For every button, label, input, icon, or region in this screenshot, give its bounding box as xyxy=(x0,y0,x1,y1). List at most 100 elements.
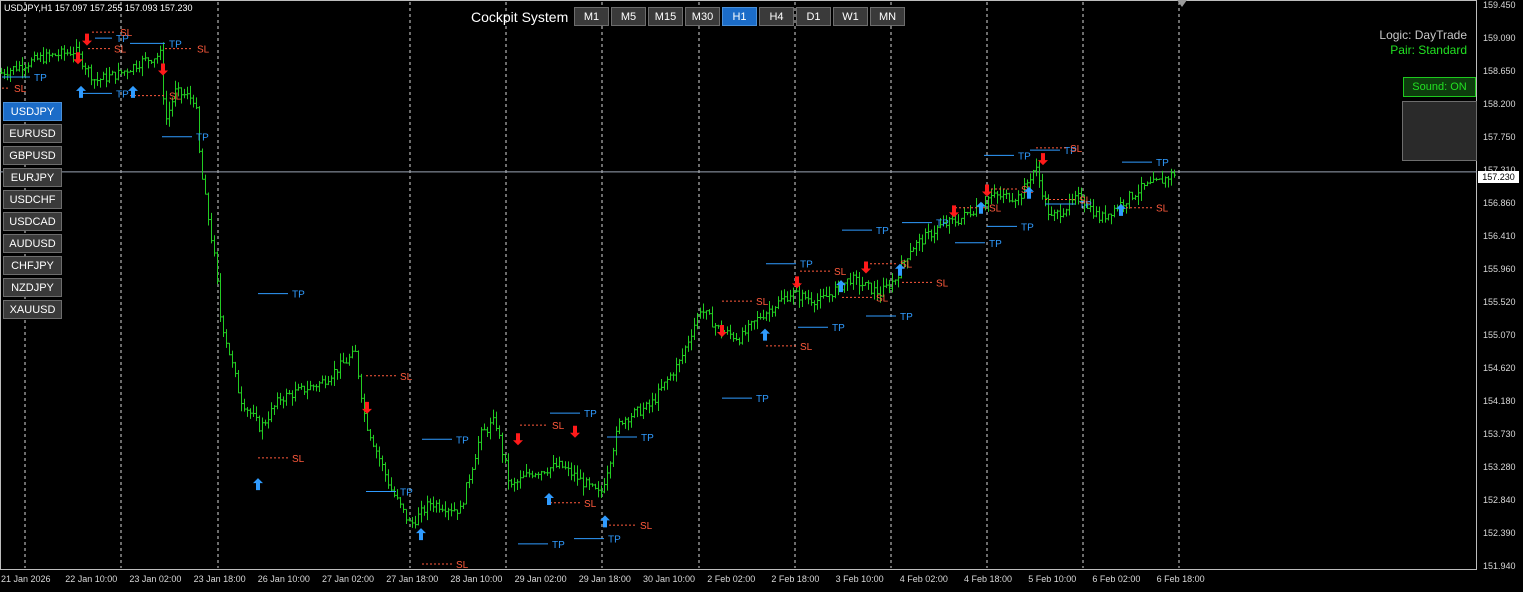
timeframe-button-m1[interactable]: M1 xyxy=(574,7,609,26)
logic-label: Logic: DayTrade xyxy=(1379,28,1467,42)
tp-level-label: TP xyxy=(1018,151,1031,162)
time-tick-label: 6 Feb 18:00 xyxy=(1156,574,1205,584)
symbol-button-usdcad[interactable]: USDCAD xyxy=(3,212,62,231)
sl-level-label: SL xyxy=(552,421,565,432)
sl-level-label: SL xyxy=(14,84,27,95)
timeframe-button-m15[interactable]: M15 xyxy=(648,7,683,26)
time-tick-label: 29 Jan 02:00 xyxy=(514,574,567,584)
time-tick-label: 27 Jan 02:00 xyxy=(322,574,375,584)
time-tick-label: 6 Feb 02:00 xyxy=(1092,574,1141,584)
sl-level-label: SL xyxy=(756,297,769,308)
buy-arrow-icon xyxy=(253,478,263,491)
tp-level-label: TP xyxy=(800,260,813,271)
sell-arrow-icon xyxy=(362,401,372,414)
price-tick-label: 153.730 xyxy=(1483,429,1516,439)
sound-toggle-button[interactable]: Sound: ON xyxy=(1403,77,1476,97)
price-chart[interactable]: TP TP TP TP TP TP TP TP TP TP TP TP TP TP TP TP TP TP TP TP… xyxy=(0,0,1477,570)
price-tick-label: 154.180 xyxy=(1483,396,1516,406)
sl-level-label: SL xyxy=(114,45,127,56)
time-tick-label: 28 Jan 10:00 xyxy=(450,574,503,584)
tp-level-label: TP xyxy=(552,540,565,551)
tp-level-label: TP xyxy=(832,323,845,334)
timeframe-button-h4[interactable]: H4 xyxy=(759,7,794,26)
timeframe-button-h1[interactable]: H1 xyxy=(722,7,757,26)
cockpit-title: Cockpit System xyxy=(471,9,569,25)
timeframe-button-w1[interactable]: W1 xyxy=(833,7,868,26)
tp-level-label: TP xyxy=(641,433,654,444)
tp-level-label: TP xyxy=(584,409,597,420)
sell-arrow-icon xyxy=(792,276,802,289)
sell-arrow-icon xyxy=(861,261,871,274)
tp-level-label: TP xyxy=(876,226,889,237)
timeframe-button-m30[interactable]: M30 xyxy=(685,7,720,26)
tp-level-label: TP xyxy=(936,219,949,230)
tp-level-label: TP xyxy=(756,394,769,405)
tp-level-label: TP xyxy=(196,133,209,144)
sl-level-label: SL xyxy=(936,278,949,289)
price-tick-label: 151.940 xyxy=(1483,561,1516,571)
price-tick-label: 152.840 xyxy=(1483,495,1516,505)
price-tick-label: 159.090 xyxy=(1483,33,1516,43)
sell-arrow-icon xyxy=(82,33,92,46)
timeframe-button-d1[interactable]: D1 xyxy=(796,7,831,26)
sl-level-label: SL xyxy=(876,293,889,304)
symbol-button-xauusd[interactable]: XAUUSD xyxy=(3,300,62,319)
time-tick-label: 21 Jan 2026 xyxy=(1,574,51,584)
sl-level-label: SL xyxy=(169,92,182,103)
price-tick-label: 155.070 xyxy=(1483,330,1516,340)
sl-level-label: SL xyxy=(1070,144,1083,155)
price-tick-label: 158.200 xyxy=(1483,99,1516,109)
symbol-button-audusd[interactable]: AUDUSD xyxy=(3,234,62,253)
time-tick-label: 23 Jan 18:00 xyxy=(193,574,246,584)
symbol-button-nzdjpy[interactable]: NZDJPY xyxy=(3,278,62,297)
sl-level-label: SL xyxy=(1156,204,1169,215)
time-tick-label: 4 Feb 18:00 xyxy=(964,574,1013,584)
buy-arrow-icon xyxy=(544,493,554,506)
time-tick-label: 2 Feb 18:00 xyxy=(771,574,820,584)
sell-arrow-icon xyxy=(158,63,168,76)
price-tick-label: 156.410 xyxy=(1483,231,1516,241)
buy-arrow-icon xyxy=(128,85,138,98)
timeframe-button-mn[interactable]: MN xyxy=(870,7,905,26)
time-tick-label: 5 Feb 10:00 xyxy=(1028,574,1077,584)
price-tick-label: 158.650 xyxy=(1483,66,1516,76)
price-tick-label: 156.860 xyxy=(1483,198,1516,208)
time-tick-label: 26 Jan 10:00 xyxy=(257,574,310,584)
symbol-button-eurusd[interactable]: EURUSD xyxy=(3,124,62,143)
sl-level-label: SL xyxy=(834,267,847,278)
tp-level-label: TP xyxy=(34,73,47,84)
sl-level-label: SL xyxy=(197,45,210,56)
symbol-button-gbpusd[interactable]: GBPUSD xyxy=(3,146,62,165)
timeframe-button-m5[interactable]: M5 xyxy=(611,7,646,26)
sl-level-label: SL xyxy=(120,28,133,39)
info-panel xyxy=(1402,101,1477,161)
symbol-button-usdjpy[interactable]: USDJPY xyxy=(3,102,62,121)
time-tick-label: 2 Feb 02:00 xyxy=(707,574,756,584)
sl-level-label: SL xyxy=(640,521,653,532)
tp-level-label: TP xyxy=(456,435,469,446)
sell-arrow-icon xyxy=(949,205,959,218)
sl-level-label: SL xyxy=(292,454,305,465)
tp-level-label: TP xyxy=(1021,222,1034,233)
symbol-button-usdchf[interactable]: USDCHF xyxy=(3,190,62,209)
price-tick-label: 154.620 xyxy=(1483,363,1516,373)
sl-level-label: SL xyxy=(584,499,597,510)
tp-level-label: TP xyxy=(608,535,621,546)
price-tick-label: 153.280 xyxy=(1483,462,1516,472)
symbol-button-eurjpy[interactable]: EURJPY xyxy=(3,168,62,187)
symbol-quote-header: USDJPY,H1 157.097 157.255 157.093 157.23… xyxy=(4,3,193,13)
sl-level-label: SL xyxy=(800,342,813,353)
time-tick-label: 3 Feb 10:00 xyxy=(835,574,884,584)
tp-level-label: TP xyxy=(292,290,305,301)
symbol-button-chfjpy[interactable]: CHFJPY xyxy=(3,256,62,275)
sell-arrow-icon xyxy=(513,433,523,446)
sl-level-label: SL xyxy=(456,560,469,570)
time-tick-label: 30 Jan 10:00 xyxy=(643,574,696,584)
current-price-tag: 157.230 xyxy=(1478,171,1519,183)
price-axis[interactable]: 159.450 159.090 158.650 158.200 157.750 157.3… xyxy=(1477,0,1523,571)
buy-arrow-icon xyxy=(416,528,426,541)
time-axis[interactable]: 21 Jan 2026 22 Jan 10:00 23 Jan 02:00 23 Ja… xyxy=(0,570,1477,592)
pair-label: Pair: Standard xyxy=(1390,43,1467,57)
chart-shift-triangle-icon[interactable] xyxy=(1177,0,1187,8)
tp-level-label: TP xyxy=(400,488,413,499)
